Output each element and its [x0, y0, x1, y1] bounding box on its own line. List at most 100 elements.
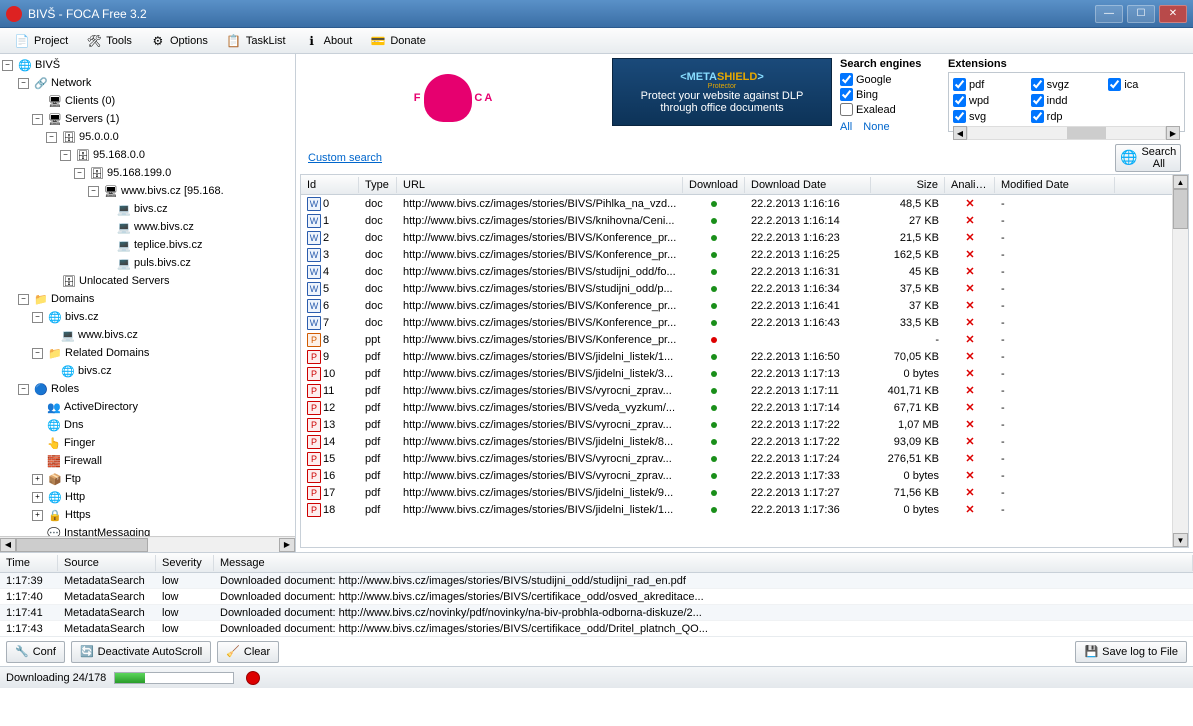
tree-domains[interactable]: −📁Domains [2, 290, 293, 308]
scroll-up-icon[interactable]: ▲ [1173, 175, 1188, 189]
checkbox-ext-rdp[interactable]: rdp [1031, 109, 1103, 124]
tree-role-https[interactable]: +🔒Https [2, 506, 293, 524]
checkbox-bing[interactable]: Bing [840, 87, 940, 102]
table-body[interactable]: W0dochttp://www.bivs.cz/images/stories/B… [301, 195, 1172, 547]
table-row[interactable]: P11pdfhttp://www.bivs.cz/images/stories/… [301, 382, 1172, 399]
th-date[interactable]: Download Date [745, 177, 871, 193]
tree-ip3[interactable]: −🗄95.168.199.0 [2, 164, 293, 182]
maximize-button[interactable]: ☐ [1127, 5, 1155, 23]
scroll-right-icon[interactable]: ▶ [1166, 126, 1180, 140]
tree-role-http[interactable]: +🌐Http [2, 488, 293, 506]
log-body[interactable]: 1:17:39MetadataSearchlowDownloaded docum… [0, 573, 1193, 636]
custom-search-link[interactable]: Custom search [308, 152, 382, 164]
link-none[interactable]: None [863, 121, 889, 133]
lh-severity[interactable]: Severity [156, 555, 214, 571]
scroll-left-icon[interactable]: ◀ [0, 538, 16, 552]
metashield-banner[interactable]: <METASHIELD> Protector Protect your webs… [612, 58, 832, 126]
table-row[interactable]: P17pdfhttp://www.bivs.cz/images/stories/… [301, 484, 1172, 501]
tree-network[interactable]: −🔗Network [2, 74, 293, 92]
tree-h4[interactable]: 💻puls.bivs.cz [2, 254, 293, 272]
tree-h3[interactable]: 💻teplice.bivs.cz [2, 236, 293, 254]
stop-button[interactable] [246, 671, 260, 685]
scroll-left-icon[interactable]: ◀ [953, 126, 967, 140]
menu-donate[interactable]: 💳Donate [362, 30, 433, 52]
save-log-button[interactable]: 💾Save log to File [1075, 641, 1187, 663]
table-row[interactable]: P8ppthttp://www.bivs.cz/images/stories/B… [301, 331, 1172, 348]
table-row[interactable]: P13pdfhttp://www.bivs.cz/images/stories/… [301, 416, 1172, 433]
checkbox-ext-wpd[interactable]: wpd [953, 93, 1025, 108]
tree-role-ftp[interactable]: +📦Ftp [2, 470, 293, 488]
table-row[interactable]: W4dochttp://www.bivs.cz/images/stories/B… [301, 263, 1172, 280]
table-row[interactable]: P10pdfhttp://www.bivs.cz/images/stories/… [301, 365, 1172, 382]
conf-button[interactable]: 🔧Conf [6, 641, 65, 663]
log-row[interactable]: 1:17:40MetadataSearchlowDownloaded docum… [0, 589, 1193, 605]
menu-project[interactable]: 📄Project [6, 30, 76, 52]
menu-tasklist[interactable]: 📋TaskList [218, 30, 294, 52]
table-row[interactable]: W6dochttp://www.bivs.cz/images/stories/B… [301, 297, 1172, 314]
table-row[interactable]: P14pdfhttp://www.bivs.cz/images/stories/… [301, 433, 1172, 450]
link-all[interactable]: All [840, 121, 852, 133]
table-row[interactable]: W3dochttp://www.bivs.cz/images/stories/B… [301, 246, 1172, 263]
table-row[interactable]: W0dochttp://www.bivs.cz/images/stories/B… [301, 195, 1172, 212]
tree-view[interactable]: −🌐BIVŠ −🔗Network 🖥Clients (0) −🖥Servers … [0, 54, 295, 536]
checkbox-exalead[interactable]: Exalead [840, 102, 940, 117]
scroll-thumb[interactable] [16, 538, 148, 552]
table-row[interactable]: W5dochttp://www.bivs.cz/images/stories/B… [301, 280, 1172, 297]
minimize-button[interactable]: — [1095, 5, 1123, 23]
th-size[interactable]: Size [871, 177, 945, 193]
log-row[interactable]: 1:17:41MetadataSearchlowDownloaded docum… [0, 605, 1193, 621]
tree-role-ad[interactable]: 👥ActiveDirectory [2, 398, 293, 416]
tree-role-dns[interactable]: 🌐Dns [2, 416, 293, 434]
tree-h2[interactable]: 💻www.bivs.cz [2, 218, 293, 236]
scroll-thumb[interactable] [1067, 127, 1106, 139]
table-row[interactable]: P15pdfhttp://www.bivs.cz/images/stories/… [301, 450, 1172, 467]
checkbox-ext-ica[interactable]: ica [1108, 77, 1180, 92]
tree-clients[interactable]: 🖥Clients (0) [2, 92, 293, 110]
table-row[interactable]: W7dochttp://www.bivs.cz/images/stories/B… [301, 314, 1172, 331]
tree-h1[interactable]: 💻bivs.cz [2, 200, 293, 218]
table-row[interactable]: W1dochttp://www.bivs.cz/images/stories/B… [301, 212, 1172, 229]
th-analized[interactable]: Analized [945, 177, 995, 193]
log-row[interactable]: 1:17:43MetadataSearchlowDownloaded docum… [0, 621, 1193, 636]
search-all-button[interactable]: 🌐 Search All [1115, 144, 1181, 172]
clear-button[interactable]: 🧹Clear [217, 641, 279, 663]
th-download[interactable]: Download [683, 177, 745, 193]
th-id[interactable]: Id [301, 177, 359, 193]
checkbox-google[interactable]: Google [840, 72, 940, 87]
log-row[interactable]: 1:17:39MetadataSearchlowDownloaded docum… [0, 573, 1193, 589]
close-button[interactable]: ✕ [1159, 5, 1187, 23]
tree-role-firewall[interactable]: 🧱Firewall [2, 452, 293, 470]
tree-servers[interactable]: −🖥Servers (1) [2, 110, 293, 128]
lh-time[interactable]: Time [0, 555, 58, 571]
th-type[interactable]: Type [359, 177, 397, 193]
tree-host[interactable]: −🖥www.bivs.cz [95.168. [2, 182, 293, 200]
menu-about[interactable]: ℹAbout [296, 30, 361, 52]
tree-root[interactable]: −🌐BIVŠ [2, 56, 293, 74]
tree-dom2[interactable]: 💻www.bivs.cz [2, 326, 293, 344]
table-row[interactable]: P9pdfhttp://www.bivs.cz/images/stories/B… [301, 348, 1172, 365]
scroll-thumb[interactable] [1173, 189, 1188, 229]
tree-unlocated[interactable]: 🗄Unlocated Servers [2, 272, 293, 290]
tree-roles[interactable]: −🔵Roles [2, 380, 293, 398]
table-row[interactable]: P18pdfhttp://www.bivs.cz/images/stories/… [301, 501, 1172, 518]
scroll-right-icon[interactable]: ▶ [279, 538, 295, 552]
menu-options[interactable]: ⚙Options [142, 30, 216, 52]
extensions-hscrollbar[interactable]: ◀ ▶ [953, 126, 1180, 140]
table-row[interactable]: W2dochttp://www.bivs.cz/images/stories/B… [301, 229, 1172, 246]
table-row[interactable]: P16pdfhttp://www.bivs.cz/images/stories/… [301, 467, 1172, 484]
tree-ip2[interactable]: −🗄95.168.0.0 [2, 146, 293, 164]
lh-message[interactable]: Message [214, 555, 1193, 571]
tree-hscrollbar[interactable]: ◀ ▶ [0, 536, 295, 552]
tree-role-finger[interactable]: 👆Finger [2, 434, 293, 452]
th-modified[interactable]: Modified Date [995, 177, 1115, 193]
menu-tools[interactable]: 🛠Tools [78, 30, 140, 52]
tree-ip1[interactable]: −🗄95.0.0.0 [2, 128, 293, 146]
th-url[interactable]: URL [397, 177, 683, 193]
checkbox-ext-indd[interactable]: indd [1031, 93, 1103, 108]
scroll-down-icon[interactable]: ▼ [1173, 533, 1188, 547]
tree-role-im[interactable]: 💬InstantMessaging [2, 524, 293, 536]
table-row[interactable]: P12pdfhttp://www.bivs.cz/images/stories/… [301, 399, 1172, 416]
tree-related[interactable]: −📁Related Domains [2, 344, 293, 362]
checkbox-ext-svgz[interactable]: svgz [1031, 77, 1103, 92]
autoscroll-button[interactable]: 🔄Deactivate AutoScroll [71, 641, 211, 663]
